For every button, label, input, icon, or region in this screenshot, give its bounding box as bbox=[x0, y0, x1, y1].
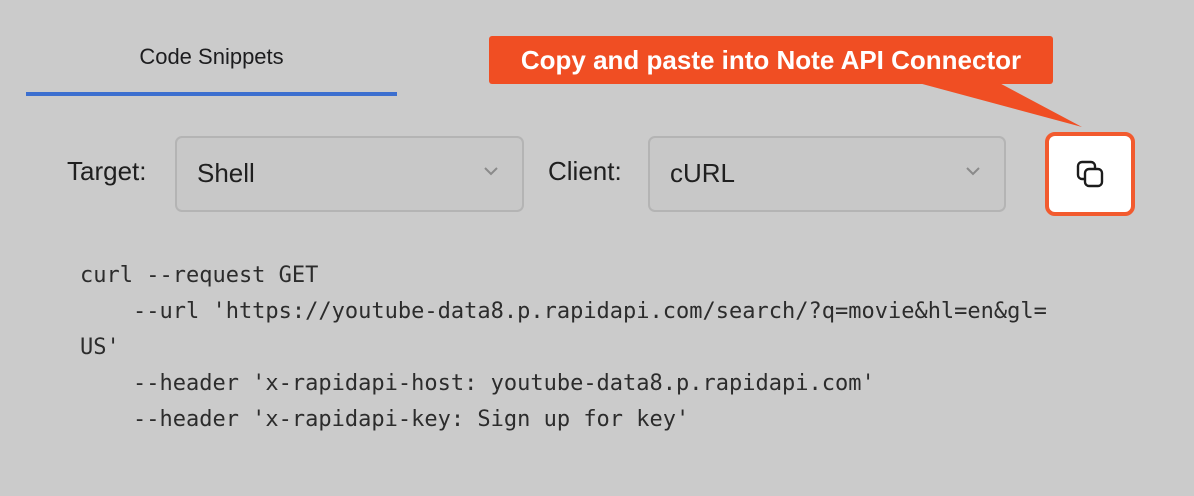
code-line: US' bbox=[80, 335, 120, 360]
code-line: curl --request GET bbox=[80, 263, 319, 288]
callout-banner: Copy and paste into Note API Connector bbox=[489, 36, 1053, 84]
code-line: --header 'x-rapidapi-host: youtube-data8… bbox=[80, 371, 875, 396]
code-line: --header 'x-rapidapi-key: Sign up for ke… bbox=[80, 407, 690, 432]
code-line: --url 'https://youtube-data8.p.rapidapi.… bbox=[80, 299, 1047, 324]
callout-text: Copy and paste into Note API Connector bbox=[520, 44, 1022, 75]
code-snippet: curl --request GET --url 'https://youtub… bbox=[80, 258, 1140, 438]
